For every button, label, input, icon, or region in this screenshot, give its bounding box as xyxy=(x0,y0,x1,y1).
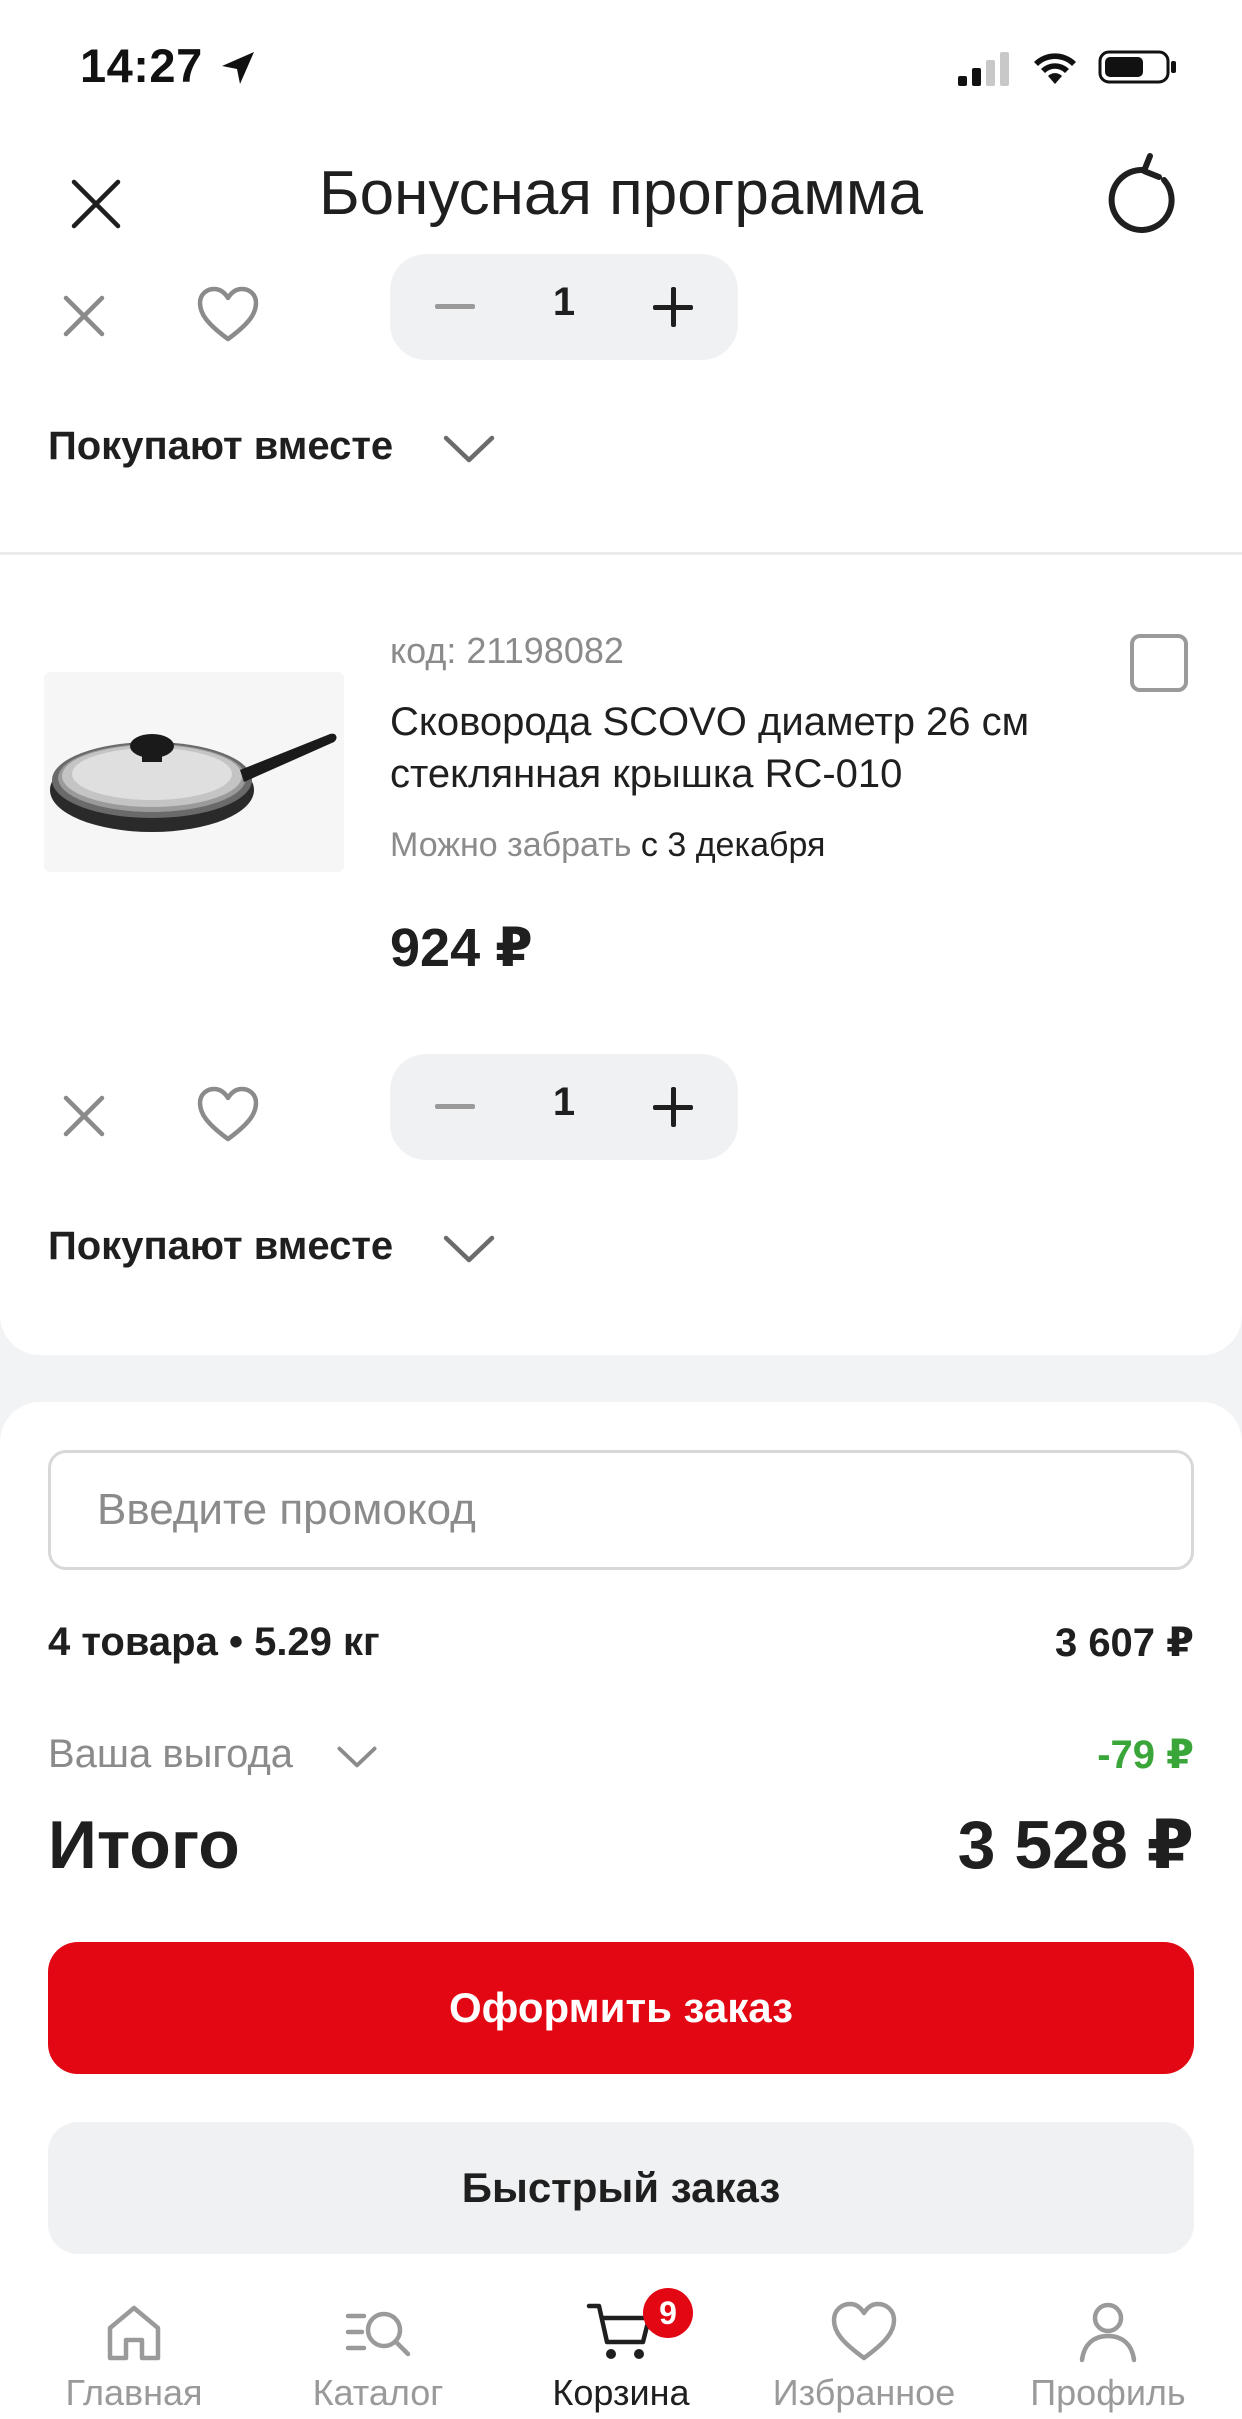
select-item-checkbox[interactable] xyxy=(1130,634,1188,692)
remove-item-button[interactable] xyxy=(52,1084,116,1148)
pickup-info: Можно забрать с 3 декабря xyxy=(390,826,825,865)
quick-order-button[interactable]: Быстрый заказ xyxy=(48,2122,1194,2254)
close-icon xyxy=(63,295,105,337)
header: Бонусная программа xyxy=(0,130,1242,260)
chevron-down-icon[interactable] xyxy=(442,1232,496,1266)
total-value: 3 528 ₽ xyxy=(957,1807,1194,1883)
increase-button[interactable] xyxy=(620,254,726,360)
tab-label: Избранное xyxy=(772,2372,956,2413)
benefit-toggle[interactable]: Ваша выгода xyxy=(48,1732,293,1777)
tab-favorites[interactable]: Избранное xyxy=(740,2268,988,2419)
chevron-down-icon[interactable] xyxy=(336,1744,378,1770)
tab-label: Профиль xyxy=(1030,2372,1186,2413)
benefit-value: -79 ₽ xyxy=(1097,1733,1194,1777)
items-count-weight: 4 товара • 5.29 кг xyxy=(48,1620,380,1664)
tab-cart[interactable]: 9 Корзина xyxy=(497,2268,745,2419)
buy-together-toggle-label[interactable]: Покупают вместе xyxy=(48,424,393,469)
battery-icon xyxy=(1098,50,1176,84)
quantity-stepper[interactable]: 1 xyxy=(390,254,738,360)
chevron-down-icon[interactable] xyxy=(442,432,496,466)
bottom-tab-bar: Главная Каталог 9 Корзина Избранное Проф… xyxy=(0,2268,1242,2419)
tab-label: Корзина xyxy=(552,2372,690,2413)
home-icon xyxy=(107,2305,161,2361)
tab-catalog[interactable]: Каталог xyxy=(254,2268,502,2419)
status-bar: 14:27 xyxy=(0,0,1242,130)
checkout-button[interactable]: Оформить заказ xyxy=(48,1942,1194,2074)
cart-count-badge: 9 xyxy=(643,2288,693,2338)
plus-icon xyxy=(653,1087,693,1127)
remove-item-button[interactable] xyxy=(52,284,116,348)
product-price: 924 ₽ xyxy=(390,918,533,978)
page-title: Бонусная программа xyxy=(318,159,924,228)
cellular-signal-icon xyxy=(958,52,1009,86)
app-root: 14:27 Бонусная программа 1 Покупают вмес… xyxy=(0,0,1242,2419)
refresh-button[interactable] xyxy=(1098,150,1188,240)
product-name[interactable]: Сковорода SCOVO диаметр 26 см стеклянная… xyxy=(390,696,1110,800)
plus-icon xyxy=(653,287,693,327)
quantity-stepper[interactable]: 1 xyxy=(390,1054,738,1160)
status-time: 14:27 xyxy=(80,39,203,92)
product-image[interactable] xyxy=(44,672,344,872)
location-arrow-icon xyxy=(222,52,254,84)
increase-button[interactable] xyxy=(620,1054,726,1160)
frying-pan-image xyxy=(50,733,337,832)
heart-icon xyxy=(197,286,259,342)
items-subtotal: 3 607 ₽ xyxy=(1054,1621,1194,1665)
heart-icon xyxy=(197,1086,259,1142)
wifi-icon xyxy=(1034,53,1076,84)
total-label: Итого xyxy=(48,1807,240,1883)
pickup-date: с 3 декабря xyxy=(640,826,826,864)
profile-icon xyxy=(1079,2302,1137,2363)
catalog-search-icon xyxy=(345,2311,411,2357)
tab-home[interactable]: Главная xyxy=(10,2268,258,2419)
favorite-button[interactable] xyxy=(194,280,262,348)
pickup-label: Можно забрать xyxy=(390,826,632,864)
product-code: код: 21198082 xyxy=(390,630,624,671)
promo-code-input[interactable] xyxy=(48,1450,1194,1570)
refresh-icon xyxy=(1108,153,1175,233)
heart-icon xyxy=(831,2301,897,2361)
tab-label: Каталог xyxy=(312,2372,444,2413)
favorite-button[interactable] xyxy=(194,1080,262,1148)
close-icon xyxy=(63,1095,105,1137)
tab-label: Главная xyxy=(65,2372,203,2413)
tab-profile[interactable]: Профиль xyxy=(984,2268,1232,2419)
buy-together-toggle-label[interactable]: Покупают вместе xyxy=(48,1224,393,1269)
